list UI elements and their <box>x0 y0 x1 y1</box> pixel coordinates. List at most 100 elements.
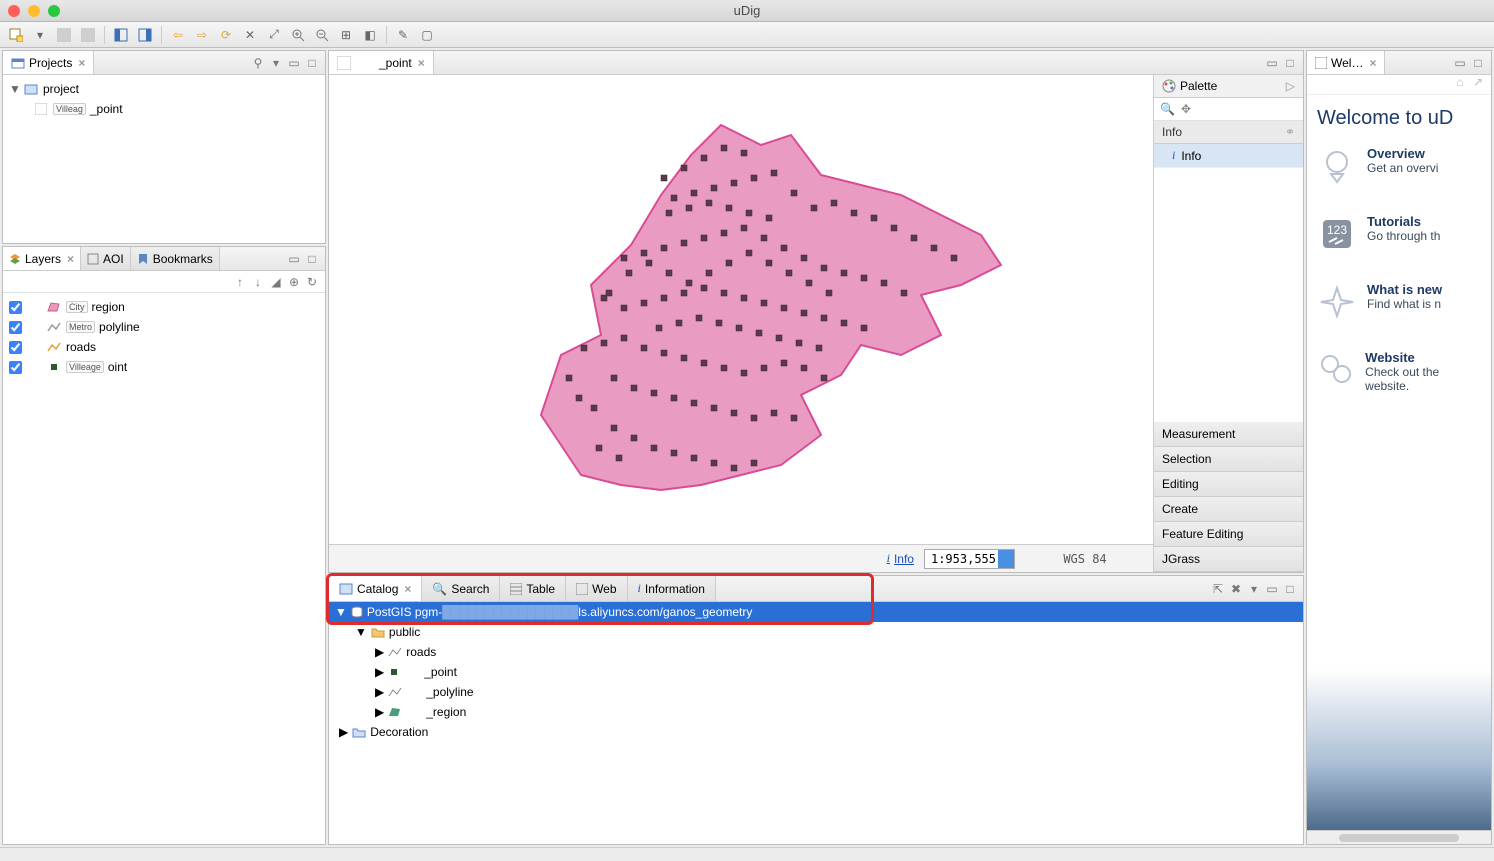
tab-aoi[interactable]: AOI <box>81 247 131 270</box>
palette-category[interactable]: Measurement <box>1154 422 1303 447</box>
toolbar-button[interactable]: ▢ <box>417 25 437 45</box>
nav-forward-button[interactable]: ⇨ <box>192 25 212 45</box>
view-menu-icon[interactable]: ▾ <box>1247 582 1261 596</box>
map-canvas[interactable] <box>329 75 1153 544</box>
tab-information[interactable]: i Information <box>628 576 716 601</box>
window-close-button[interactable] <box>8 5 20 17</box>
tab-projects[interactable]: Projects × <box>3 51 94 74</box>
minimize-panel-icon[interactable]: ▭ <box>287 252 301 266</box>
close-tab-icon[interactable]: × <box>67 252 74 266</box>
palette-section-info[interactable]: Info ⚭ <box>1154 121 1303 144</box>
layer-tag: Villeage <box>66 361 104 373</box>
catalog-table-node[interactable]: ▶ _region <box>329 702 1303 722</box>
layer-visibility-checkbox[interactable] <box>9 301 22 314</box>
move-up-icon[interactable]: ↑ <box>233 275 247 289</box>
nav-icon[interactable]: ↗ <box>1471 75 1485 89</box>
catalog-table-node[interactable]: ▶ _point <box>329 662 1303 682</box>
minimize-panel-icon[interactable]: ▭ <box>1453 56 1467 70</box>
edit-button[interactable]: ✎ <box>393 25 413 45</box>
catalog-schema-node[interactable]: ▼ public <box>329 622 1303 642</box>
close-tab-icon[interactable]: × <box>78 56 85 70</box>
nav-back-button[interactable]: ⇦ <box>168 25 188 45</box>
new-map-button[interactable] <box>6 25 26 45</box>
tab-bookmarks[interactable]: Bookmarks <box>131 247 220 270</box>
layer-row[interactable]: roads <box>9 337 319 357</box>
layer-visibility-checkbox[interactable] <box>9 321 22 334</box>
scale-input[interactable]: 1:953,555 <box>924 549 1015 569</box>
zoom-in-button[interactable] <box>288 25 308 45</box>
toolbar-button[interactable]: ▾ <box>30 25 50 45</box>
window-maximize-button[interactable] <box>48 5 60 17</box>
catalog-table-node[interactable]: ▶ _polyline <box>329 682 1303 702</box>
maximize-panel-icon[interactable]: □ <box>1283 56 1297 70</box>
window-minimize-button[interactable] <box>28 5 40 17</box>
tab-welcome[interactable]: Wel… × <box>1307 51 1385 74</box>
close-tab-icon[interactable]: × <box>418 56 425 70</box>
welcome-item-tutorials[interactable]: 123 TutorialsGo through th <box>1317 214 1481 254</box>
info-link[interactable]: i Info <box>887 551 914 566</box>
close-tab-icon[interactable]: × <box>404 582 411 596</box>
import-icon[interactable]: ⇱ <box>1211 582 1225 596</box>
maximize-panel-icon[interactable]: □ <box>305 252 319 266</box>
layout-button-2[interactable] <box>135 25 155 45</box>
maximize-panel-icon[interactable]: □ <box>305 56 319 70</box>
palette-category[interactable]: Selection <box>1154 447 1303 472</box>
welcome-item-whatsnew[interactable]: What is newFind what is n <box>1317 282 1481 322</box>
catalog-postgis-node[interactable]: ▼ PostGIS pgm-████████████████ls.aliyunc… <box>329 602 1303 622</box>
cancel-nav-button[interactable]: ✕ <box>240 25 260 45</box>
palette-item-info[interactable]: i Info <box>1154 144 1303 168</box>
chevron-right-icon[interactable]: ▷ <box>1286 79 1295 93</box>
toolbar-button[interactable]: ⊞ <box>336 25 356 45</box>
layer-row[interactable]: City region <box>9 297 319 317</box>
palette-icon <box>1162 79 1176 93</box>
tab-layers[interactable]: Layers × <box>3 247 81 270</box>
remove-icon[interactable]: ✖ <box>1229 582 1243 596</box>
minimize-panel-icon[interactable]: ▭ <box>287 56 301 70</box>
map-tab[interactable]: _point × <box>329 51 434 74</box>
project-name[interactable]: project <box>43 82 79 96</box>
layer-visibility-checkbox[interactable] <box>9 361 22 374</box>
welcome-item-overview[interactable]: OverviewGet an overvi <box>1317 146 1481 186</box>
catalog-decoration-node[interactable]: ▶ Decoration <box>329 722 1303 742</box>
filter-icon[interactable]: ⊕ <box>287 275 301 289</box>
palette-category[interactable]: Editing <box>1154 472 1303 497</box>
home-icon[interactable]: ⌂ <box>1453 75 1467 89</box>
refresh-button[interactable]: ⟳ <box>216 25 236 45</box>
expand-arrow[interactable]: ▼ <box>9 82 19 96</box>
maximize-panel-icon[interactable]: □ <box>1283 582 1297 596</box>
zoom-extent-button[interactable]: ⤢ <box>264 25 284 45</box>
minimize-panel-icon[interactable]: ▭ <box>1265 56 1279 70</box>
catalog-table-node[interactable]: ▶ roads <box>329 642 1303 662</box>
welcome-item-website[interactable]: WebsiteCheck out the website. <box>1317 350 1481 393</box>
layer-row[interactable]: Villeage oint <box>9 357 319 377</box>
style-icon[interactable]: ◢ <box>269 275 283 289</box>
refresh-layer-icon[interactable]: ↻ <box>305 275 319 289</box>
close-tab-icon[interactable]: × <box>1369 56 1376 70</box>
tab-catalog[interactable]: Catalog × <box>329 576 422 601</box>
save-button[interactable] <box>54 25 74 45</box>
open-button[interactable] <box>78 25 98 45</box>
tab-web[interactable]: Web <box>566 576 627 601</box>
crs-display[interactable]: WGS 84 <box>1025 552 1145 566</box>
tab-table[interactable]: Table <box>500 576 566 601</box>
search-icon[interactable]: 🔍 <box>1160 102 1175 116</box>
point-icon <box>388 666 400 678</box>
palette-header[interactable]: Palette ▷ <box>1154 75 1303 98</box>
layout-button-1[interactable] <box>111 25 131 45</box>
view-menu-icon[interactable]: ▾ <box>269 56 283 70</box>
palette-category[interactable]: Create <box>1154 497 1303 522</box>
zoom-out-button[interactable] <box>312 25 332 45</box>
link-icon[interactable]: ⚲ <box>251 56 265 70</box>
tab-search[interactable]: 🔍 Search <box>422 576 500 601</box>
minimize-panel-icon[interactable]: ▭ <box>1265 582 1279 596</box>
toolbar-button[interactable]: ◧ <box>360 25 380 45</box>
maximize-panel-icon[interactable]: □ <box>1471 56 1485 70</box>
map-name[interactable]: _point <box>90 102 123 116</box>
horizontal-scrollbar[interactable] <box>1339 834 1459 842</box>
move-icon[interactable]: ✥ <box>1181 102 1191 116</box>
palette-category[interactable]: JGrass <box>1154 547 1303 572</box>
layer-row[interactable]: Metro polyline <box>9 317 319 337</box>
layer-visibility-checkbox[interactable] <box>9 341 22 354</box>
palette-category[interactable]: Feature Editing <box>1154 522 1303 547</box>
move-down-icon[interactable]: ↓ <box>251 275 265 289</box>
